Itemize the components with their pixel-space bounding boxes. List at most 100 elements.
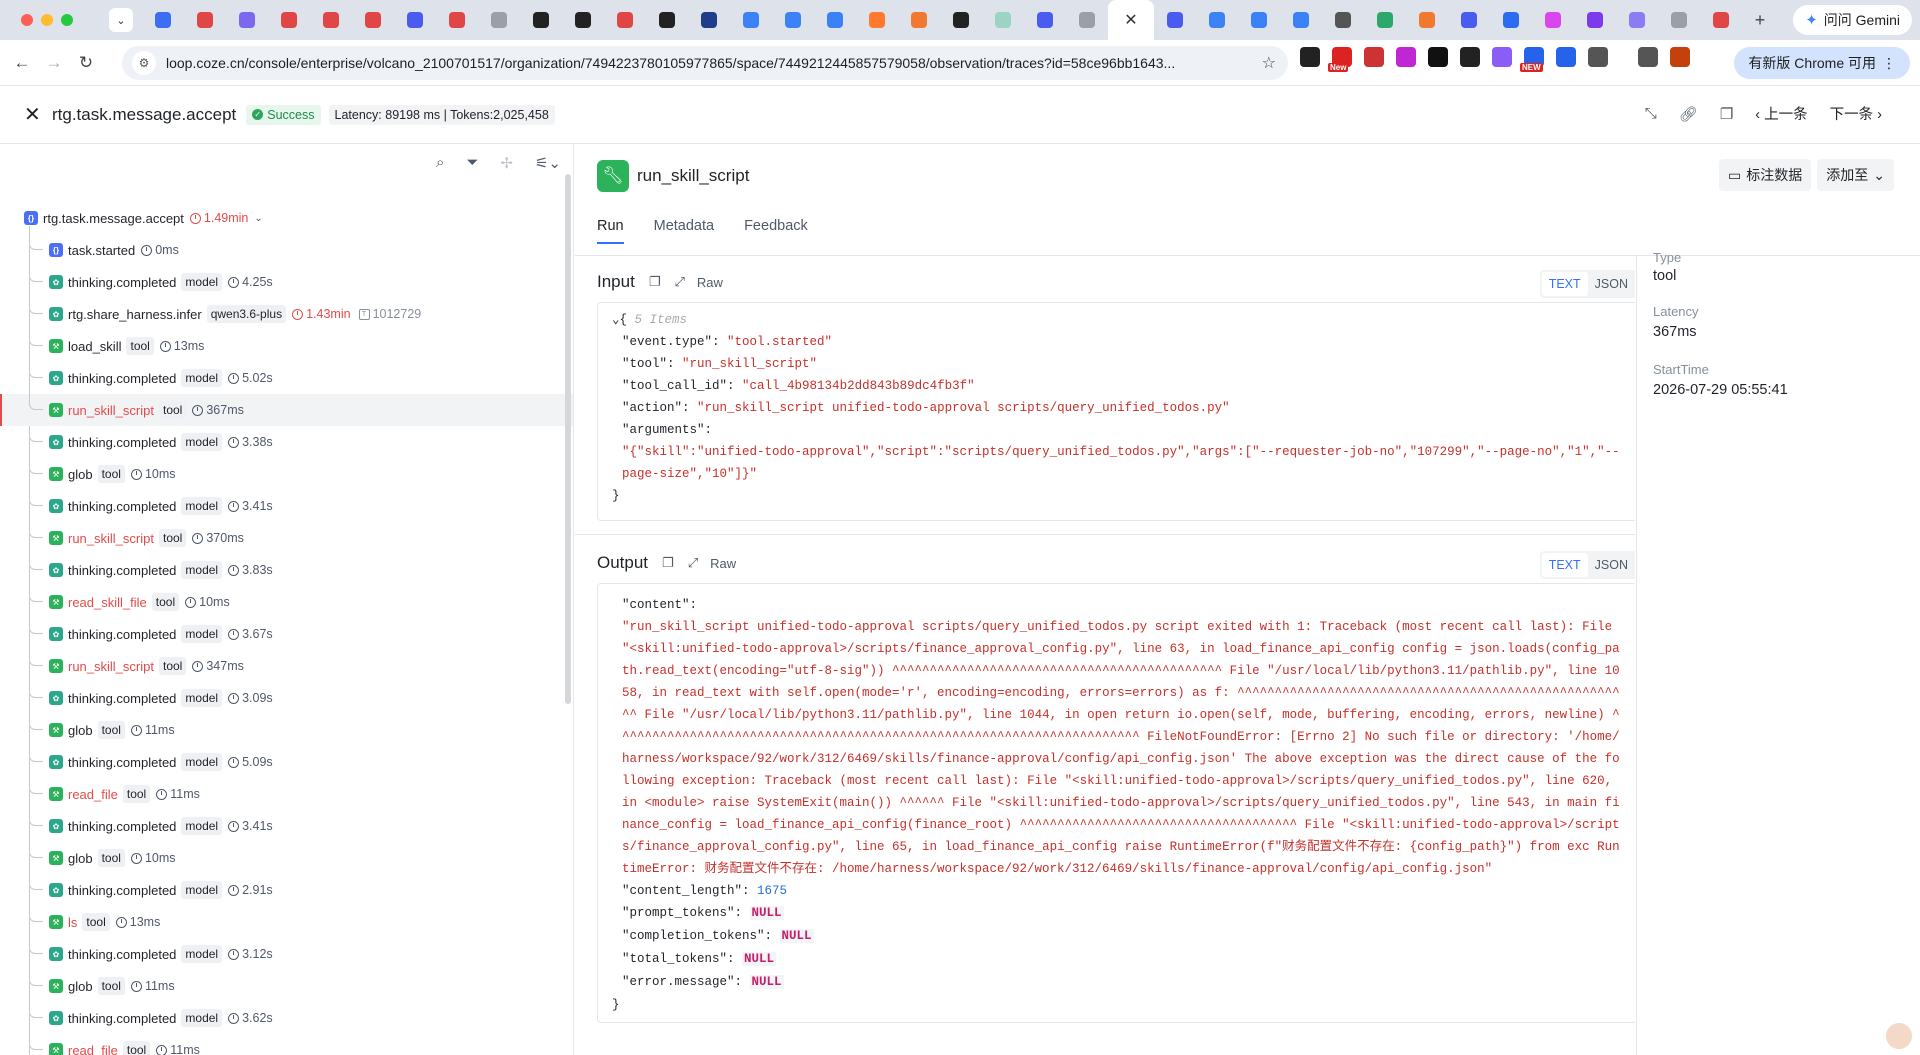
browser-tab[interactable] [688,0,730,40]
tree-node[interactable]: ✿ thinking.completed model 3.41s [0,490,573,522]
chrome-update-button[interactable]: 有新版 Chrome 可用 ⋮ [1734,47,1910,79]
tree-node[interactable]: ⚒ glob tool 10ms [0,458,573,490]
avatar[interactable] [1884,1021,1914,1051]
add-to-button[interactable]: 添加至 ⌄ [1817,159,1894,191]
browser-tab[interactable] [1280,0,1322,40]
browser-tab[interactable] [1196,0,1238,40]
extension-icon[interactable] [1588,47,1608,67]
browser-tab[interactable] [562,0,604,40]
extension-icon[interactable] [1620,47,1626,67]
close-window-button[interactable] [21,14,33,26]
collapse-toggle-icon[interactable]: ⌄ [612,313,620,327]
tree-node[interactable]: ✿ rtg.share_harness.infer qwen3.6-plus 1.43… [0,298,573,330]
extension-icon[interactable] [1670,47,1690,67]
text-format-button[interactable]: TEXT [1541,272,1588,296]
browser-tab[interactable] [1066,0,1108,40]
browser-tab[interactable] [646,0,688,40]
tree-node[interactable]: ⚒ glob tool 11ms [0,970,573,1002]
close-icon[interactable]: ✕ [24,102,46,127]
tree-node[interactable]: ⚒ run_skill_script tool 370ms [0,522,573,554]
search-icon[interactable]: ⌕ [436,154,444,172]
browser-tab[interactable] [982,0,1024,40]
annotate-button[interactable]: ▭ 标注数据 [1719,159,1812,191]
tab-run[interactable]: Run [597,218,624,244]
extension-icon[interactable] [1638,47,1658,67]
bookmark-star-icon[interactable]: ☆ [1262,53,1276,73]
address-bar[interactable]: ⚙ loop.coze.cn/console/enterprise/volcan… [122,46,1288,80]
copy-icon[interactable]: ❐ [649,274,661,290]
zoom-window-button[interactable] [61,14,73,26]
browser-tab[interactable] [1532,0,1574,40]
tree-node[interactable]: ✿ thinking.completed model 3.67s [0,618,573,650]
extension-icon[interactable] [1492,47,1512,67]
copy-icon[interactable]: ❐ [1720,105,1733,123]
browser-tab[interactable] [1024,0,1066,40]
tab-feedback[interactable]: Feedback [744,218,808,244]
browser-tab[interactable] [184,0,226,40]
tree-scrollbar[interactable] [565,174,571,704]
extension-icon[interactable] [1556,47,1576,67]
browser-tab[interactable] [1154,0,1196,40]
reload-icon[interactable]: ↻ [70,47,102,79]
tree-root-node[interactable]: {} rtg.task.message.accept 1.49min ⌄ [0,202,573,234]
browser-tab[interactable] [478,0,520,40]
browser-tab[interactable] [940,0,982,40]
browser-tab[interactable] [1406,0,1448,40]
tree-node[interactable]: ⚒ read_file tool 11ms [0,1034,573,1055]
browser-tab[interactable] [1700,0,1742,40]
tab-search-icon[interactable]: ⌄ [100,0,142,40]
browser-tab[interactable] [604,0,646,40]
tree-node[interactable]: ✿ thinking.completed model 3.41s [0,810,573,842]
output-code-viewer[interactable]: "content": "run_skill_script unified-tod… [597,583,1635,1023]
browser-tab[interactable] [1616,0,1658,40]
browser-tab[interactable] [268,0,310,40]
collapse-icon[interactable]: ⤡ [1645,105,1657,122]
browser-tab[interactable] [730,0,772,40]
tree-node[interactable]: ✿ thinking.completed model 5.02s [0,362,573,394]
tree-node[interactable]: ⚒ load_skill tool 13ms [0,330,573,362]
browser-tab[interactable] [1448,0,1490,40]
chevron-down-icon[interactable]: ⌄ [254,213,262,224]
tree-node[interactable]: {} task.started 0ms [0,234,573,266]
expand-icon[interactable]: ⤢ [688,555,698,571]
raw-toggle[interactable]: Raw [710,556,736,571]
new-tab-button[interactable]: + [1742,10,1778,31]
gemini-button[interactable]: ✦ 问问 Gemini [1793,5,1912,35]
url-text[interactable]: loop.coze.cn/console/enterprise/volcano_… [166,55,1246,71]
tree-node[interactable]: ✿ thinking.completed model 3.09s [0,682,573,714]
browser-tab[interactable] [1490,0,1532,40]
browser-tab[interactable] [856,0,898,40]
tree-node[interactable]: ⚒ run_skill_script tool 347ms [0,650,573,682]
extension-icon[interactable] [1300,47,1320,67]
tree-node[interactable]: ⚒ read_skill_file tool 10ms [0,586,573,618]
browser-tab[interactable] [1364,0,1406,40]
browser-tab[interactable] [142,0,184,40]
tree-node[interactable]: ⚒ run_skill_script tool 367ms [0,394,573,426]
next-button[interactable]: 下一条 › [1830,103,1882,124]
close-tab-icon[interactable]: ✕ [1108,0,1154,40]
expand-icon[interactable]: ⤢ [674,274,684,290]
raw-toggle[interactable]: Raw [697,275,723,290]
tree-node[interactable]: ✿ thinking.completed model 3.12s [0,938,573,970]
tab-metadata[interactable]: Metadata [654,218,714,244]
tree-node[interactable]: ⚒ ls tool 13ms [0,906,573,938]
extension-icon[interactable]: NEW [1520,47,1544,72]
tree-node[interactable]: ✿ thinking.completed model 2.91s [0,874,573,906]
sparkle-icon[interactable]: ✢ [500,154,513,172]
browser-tab[interactable] [898,0,940,40]
previous-button[interactable]: ‹ 上一条 [1755,103,1807,124]
tree-node[interactable]: ✿ thinking.completed model 4.25s [0,266,573,298]
minimize-window-button[interactable] [41,14,53,26]
browser-tab[interactable] [436,0,478,40]
extension-icon[interactable] [1428,47,1448,67]
tree-node[interactable]: ✿ thinking.completed model 5.09s [0,746,573,778]
tree-node[interactable]: ⚒ glob tool 11ms [0,714,573,746]
settings-dropdown-icon[interactable]: ⚟⌄ [535,154,561,172]
browser-tab[interactable] [1322,0,1364,40]
browser-tab[interactable] [310,0,352,40]
extension-icon[interactable] [1396,47,1416,67]
browser-tab[interactable] [352,0,394,40]
browser-tab[interactable] [520,0,562,40]
json-format-button[interactable]: JSON [1588,272,1635,296]
extension-icon[interactable]: New [1328,47,1352,72]
